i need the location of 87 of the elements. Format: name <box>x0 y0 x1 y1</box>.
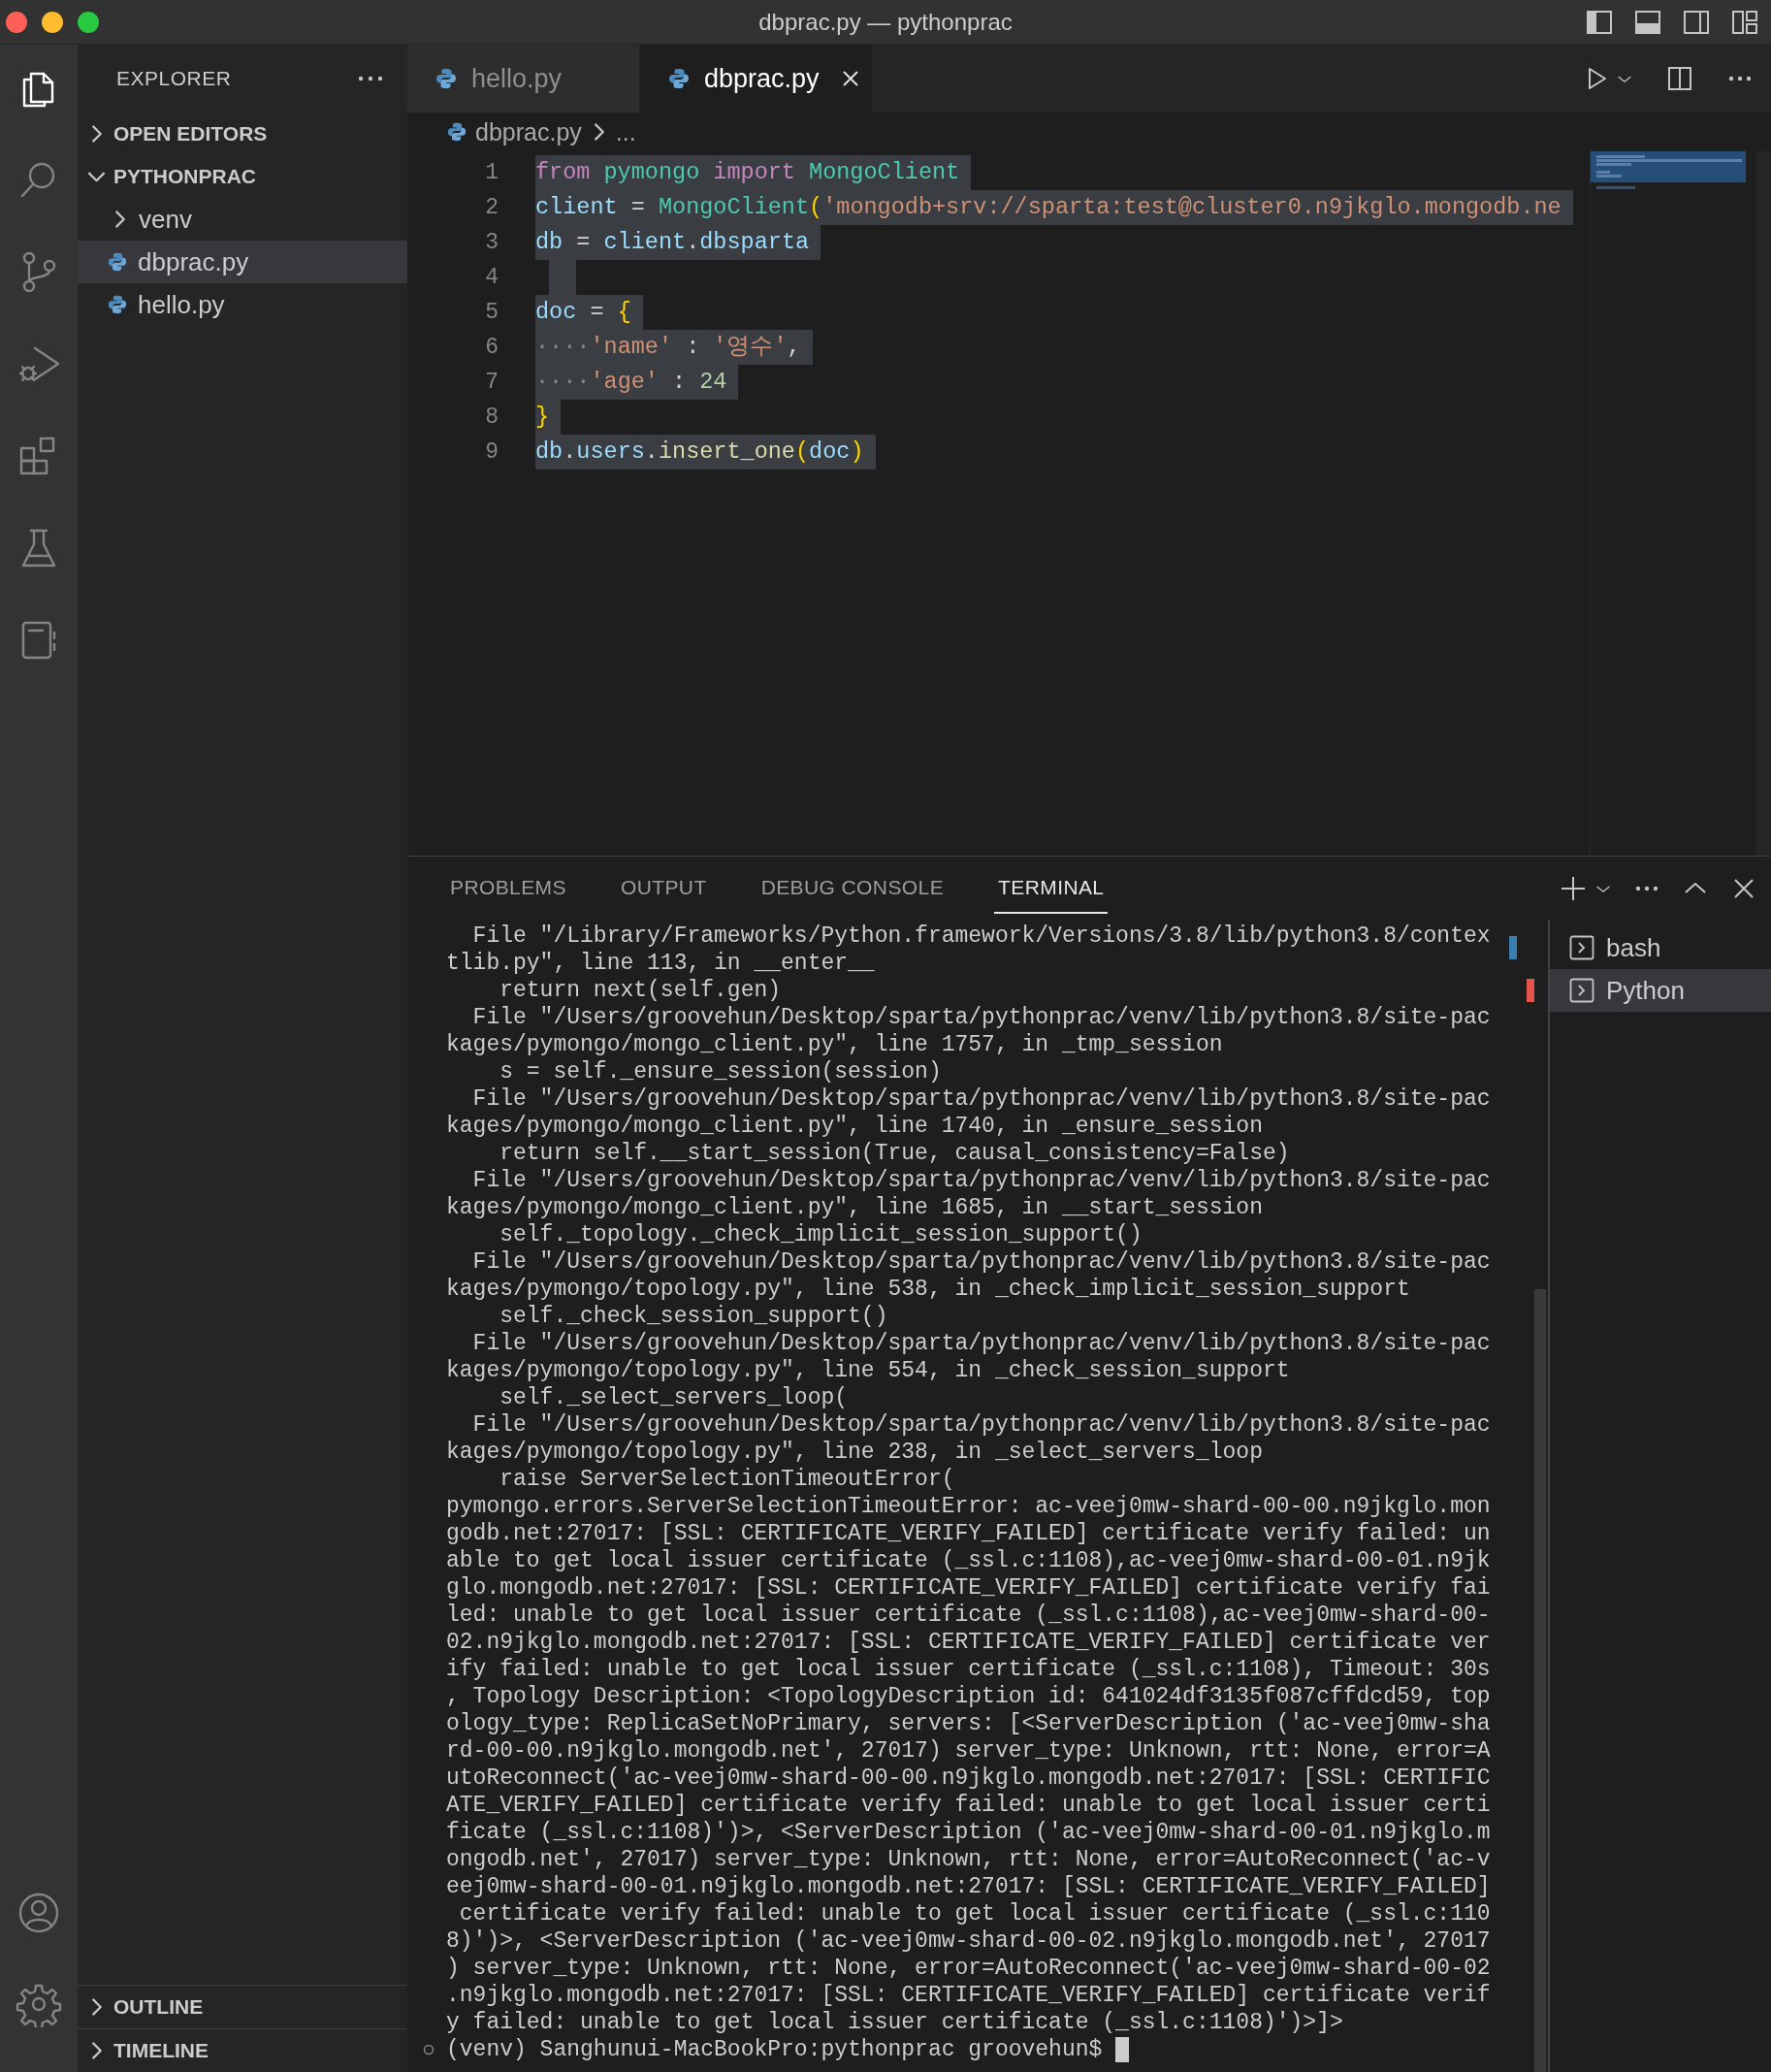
terminal-line: File "/Users/groovehun/Desktop/sparta/pythonprac/venv/lib/python3.8/site-pac <box>471 1085 1492 1113</box>
python-icon <box>446 121 467 143</box>
more-icon[interactable] <box>357 74 384 83</box>
terminal-line: File "/Users/groovehun/Desktop/sparta/pythonprac/venv/lib/python3.8/site-pac <box>471 1248 1492 1276</box>
section-header[interactable]: TIMELINE <box>78 2028 407 2072</box>
terminal-line: , Topology Description: <TopologyDescription id: 641024df3135f087cffdcd59, top <box>446 1683 1492 1710</box>
terminal-line: kages/pymongo/topology.py", line 554, in _check_session_support <box>446 1357 1291 1384</box>
scrollbar-thumb[interactable] <box>1534 1289 1546 2072</box>
terminal-line: led: unable to get local issuer certificate (_ssl.c:1108),ac-veej0mw-shard-00- <box>446 1602 1492 1629</box>
terminal-item[interactable]: bash <box>1550 926 1771 969</box>
terminal-line: y failed: unable to get local issuer certificate (_ssl.c:1108)')>]> <box>446 2009 1344 2036</box>
terminal-line: utoReconnect('ac-veej0mw-shard-00-00.n9jkglo.mongodb.net:27017: [SSL: CERTIFIC <box>446 1764 1492 1792</box>
python-icon <box>107 251 128 273</box>
terminal-line: ongodb.net', 27017) server_type: Unknown, rtt: None, error=AutoReconnect('ac-v <box>446 1846 1492 1873</box>
python-icon <box>435 67 458 90</box>
line-number: 2 <box>484 194 499 222</box>
panel-tab[interactable]: TERMINAL <box>994 863 1109 914</box>
panel-tab[interactable]: DEBUG CONSOLE <box>757 863 949 914</box>
terminal-line: rd-00-00.n9jkglo.mongodb.net', 27017) server_type: Unknown, rtt: None, error=A <box>446 1737 1492 1764</box>
breadcrumb-item[interactable]: ... <box>615 117 636 146</box>
terminal-icon <box>1569 978 1594 1003</box>
terminal-line: .n9jkglo.mongodb.net:27017: [SSL: CERTIFICATE_VERIFY_FAILED] certificate verif <box>446 1982 1492 2009</box>
terminal-line: kages/pymongo/mongo_client.py", line 1740, in _ensure_session <box>446 1113 1264 1140</box>
terminal-line: certificate verify failed: unable to get local issuer certificate (_ssl.c:110 <box>458 1900 1492 1927</box>
terminal-line: able to get local issuer certificate (_ssl.c:1108),ac-veej0mw-shard-00-01.n9jk <box>446 1547 1492 1574</box>
terminal-line: 8)')>, <ServerDescription ('ac-veej0mw-shard-00-02.n9jkglo.mongodb.net', 27017 <box>446 1927 1492 1955</box>
terminal-line: self._select_servers_loop( <box>499 1384 850 1411</box>
sidebar-title: EXPLORER <box>116 67 232 90</box>
panel-tab[interactable]: PROBLEMS <box>446 863 570 914</box>
terminal-prompt: (venv) Sanghunui-MacBookPro:pythonprac groovehun$ <box>446 2036 1103 2063</box>
python-icon <box>667 67 691 90</box>
close-window-button[interactable] <box>6 11 27 33</box>
terminal-line: ify failed: unable to get local issuer certificate (_ssl.c:1108), Timeout: 30s <box>446 1656 1492 1683</box>
panel-tab[interactable]: OUTPUT <box>616 863 711 914</box>
terminal-line: ) server_type: Unknown, rtt: None, error=AutoReconnect('ac-veej0mw-shard-00-02 <box>446 1955 1492 1982</box>
line-number: 3 <box>484 229 499 257</box>
python-icon <box>107 294 128 315</box>
terminal-line: return self.__start_session(True, causal_consistency=False) <box>499 1140 1291 1167</box>
section-header[interactable]: OUTLINE <box>78 1985 407 2028</box>
terminal-line: File "/Library/Frameworks/Python.framework/Versions/3.8/lib/python3.8/contex <box>471 923 1492 950</box>
section-header[interactable]: PYTHONPRAC <box>78 155 407 198</box>
line-number: 7 <box>484 369 499 397</box>
window-title: dbprac.py — pythonprac <box>758 8 1013 35</box>
line-number: 8 <box>484 404 499 432</box>
terminal-line: self._topology._check_implicit_session_support() <box>499 1221 1143 1248</box>
line-number: 9 <box>484 438 499 467</box>
terminal-line: s = self._ensure_session(session) <box>499 1058 943 1085</box>
terminal-line: eej0mw-shard-00-01.n9jkglo.mongodb.net:27017: [SSL: CERTIFICATE_VERIFY_FAILED] <box>446 1873 1492 1900</box>
file-tree-item[interactable]: venv <box>78 198 407 241</box>
terminal-line: ATE_VERIFY_FAILED] certificate verify failed: unable to get local issuer certi <box>446 1792 1492 1819</box>
terminal-line: 02.n9jkglo.mongodb.net:27017: [SSL: CERTIFICATE_VERIFY_FAILED] certificate ver <box>446 1629 1492 1656</box>
file-tree-item[interactable]: hello.py <box>78 283 407 326</box>
zoom-window-button[interactable] <box>78 11 99 33</box>
terminal-line: ology_type: ReplicaSetNoPrimary, servers: [<ServerDescription ('ac-veej0mw-sha <box>446 1710 1492 1737</box>
terminal-line: glo.mongodb.net:27017: [SSL: CERTIFICATE_VERIFY_FAILED] certificate verify fai <box>446 1574 1492 1602</box>
terminal-icon <box>1569 935 1594 960</box>
line-number: 1 <box>484 159 499 187</box>
terminal-line: File "/Users/groovehun/Desktop/sparta/pythonprac/venv/lib/python3.8/site-pac <box>471 1004 1492 1031</box>
text-cursor <box>1115 2037 1130 2062</box>
split-editor-icon[interactable] <box>1666 65 1693 92</box>
terminal-line: pymongo.errors.ServerSelectionTimeoutError: ac-veej0mw-shard-00-00.n9jkglo.mon <box>446 1493 1492 1520</box>
add-icon[interactable] <box>1560 875 1587 902</box>
terminal-line: kages/pymongo/mongo_client.py", line 1757, in _tmp_session <box>446 1031 1224 1058</box>
terminal-line: File "/Users/groovehun/Desktop/sparta/pythonprac/venv/lib/python3.8/site-pac <box>471 1330 1492 1357</box>
terminal-line: File "/Users/groovehun/Desktop/sparta/pythonprac/venv/lib/python3.8/site-pac <box>471 1411 1492 1439</box>
status-circle-icon <box>423 2044 435 2056</box>
section-header[interactable]: OPEN EDITORS <box>78 113 407 155</box>
editor-tab[interactable]: hello.py <box>407 45 640 113</box>
minimize-window-button[interactable] <box>42 11 63 33</box>
terminal-line: kages/pymongo/mongo_client.py", line 1685, in __start_session <box>446 1194 1264 1221</box>
terminal-line: File "/Users/groovehun/Desktop/sparta/pythonprac/venv/lib/python3.8/site-pac <box>471 1167 1492 1194</box>
file-tree-item[interactable]: dbprac.py <box>78 241 407 283</box>
close-icon[interactable] <box>840 69 860 88</box>
terminal-line: kages/pymongo/topology.py", line 238, in _select_servers_loop <box>446 1439 1264 1466</box>
terminal-line: godb.net:27017: [SSL: CERTIFICATE_VERIFY_FAILED] certificate verify failed: un <box>446 1520 1492 1547</box>
scrollbar[interactable] <box>1755 151 1771 856</box>
line-number: 6 <box>484 334 499 362</box>
terminal-line: ficate (_ssl.c:1108)')>, <ServerDescription ('ac-veej0mw-shard-00-01.n9jkglo.m <box>446 1819 1492 1846</box>
terminal-line: kages/pymongo/topology.py", line 538, in _check_implicit_session_support <box>446 1276 1411 1303</box>
terminal-line: tlib.py", line 113, in __enter__ <box>446 950 876 977</box>
terminal-line: return next(self.gen) <box>499 977 783 1004</box>
terminal-line: self._check_session_support() <box>499 1303 889 1330</box>
terminal-line: raise ServerSelectionTimeoutError( <box>499 1466 956 1493</box>
editor-tab[interactable]: dbprac.py <box>640 45 873 113</box>
breadcrumb-item[interactable]: dbprac.py <box>475 117 582 146</box>
line-number: 5 <box>484 299 499 327</box>
line-number: 4 <box>484 264 499 292</box>
